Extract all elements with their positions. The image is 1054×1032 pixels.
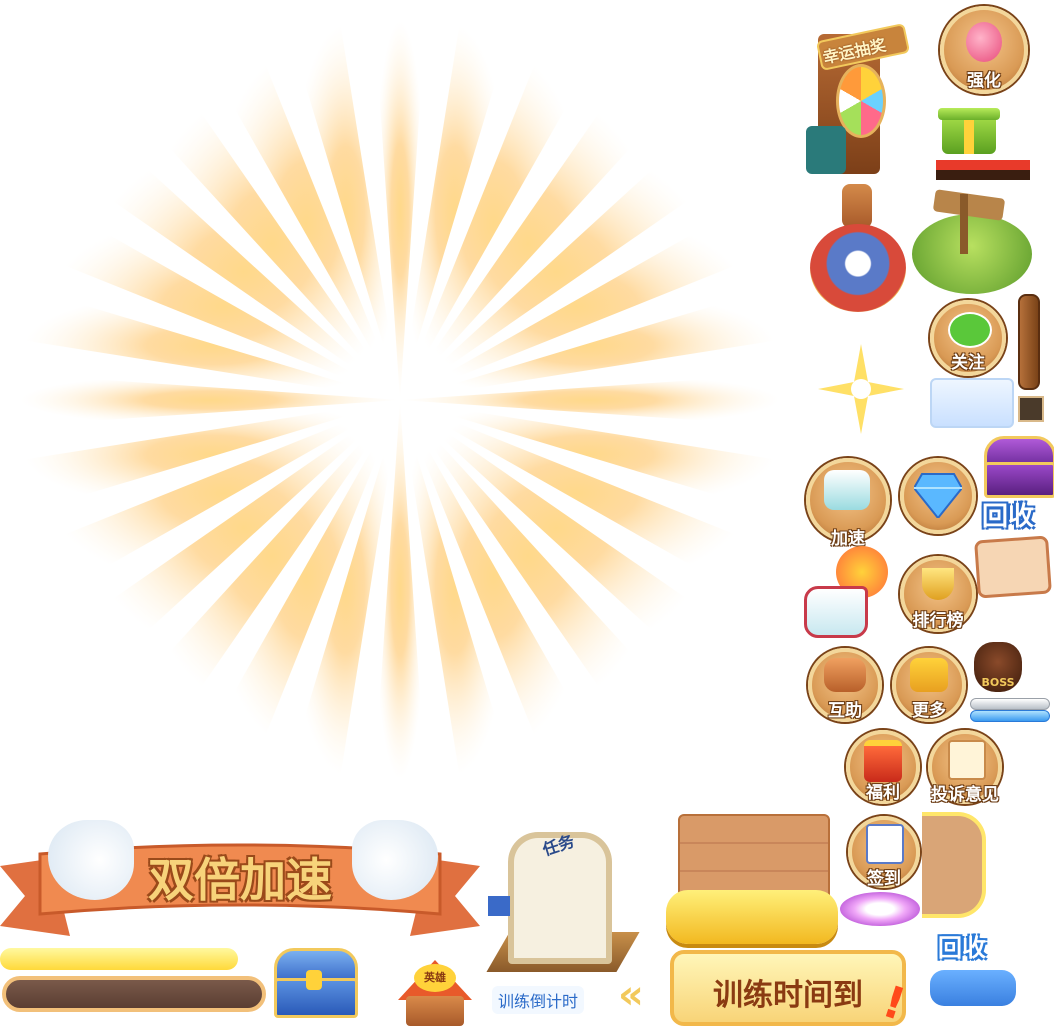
winged-boot-large-icon[interactable]: [800, 546, 890, 638]
strengthen-button[interactable]: 强化: [940, 6, 1028, 94]
boss-label: BOSS: [981, 676, 1015, 689]
signin-button[interactable]: 签到: [848, 816, 920, 889]
blue-progress-bar: [970, 710, 1050, 722]
trophy-icon: [922, 568, 954, 600]
training-countdown-label: 训练倒计时: [492, 986, 585, 1014]
double-chevron-left-icon[interactable]: «: [618, 972, 644, 1018]
recycle-label: 回收: [982, 502, 1035, 532]
hero-label: 英雄: [414, 964, 456, 992]
double-speed-label: 双倍加速: [148, 853, 332, 907]
winged-boot-icon: [824, 470, 870, 510]
ranking-button[interactable]: 排行榜: [900, 556, 976, 632]
brown-progress-bar: [2, 976, 266, 1012]
notepad-icon: [948, 740, 986, 780]
vertical-scroll-bar[interactable]: [1018, 294, 1040, 390]
lottery-machine[interactable]: 幸运抽奖: [806, 14, 918, 180]
welfare-button[interactable]: 福利: [846, 730, 920, 804]
yellow-bar: [0, 948, 238, 970]
follow-label: 关注: [951, 353, 985, 373]
diamond-button[interactable]: [900, 458, 976, 534]
blue-chest-icon[interactable]: [272, 946, 358, 1018]
sunburst-ray: [374, 400, 426, 780]
clipboard-icon: [866, 824, 904, 864]
mutual-help-button[interactable]: 互助: [808, 648, 882, 722]
more-icon: [910, 658, 948, 692]
hero-house-icon[interactable]: 英雄: [392, 946, 478, 1028]
signin-label: 签到: [867, 869, 901, 889]
sunburst-ray: [20, 374, 400, 426]
tan-panel: [922, 812, 986, 918]
red-bar: [936, 160, 1030, 170]
sparkle-icon: [818, 344, 904, 434]
sunburst-ray: [374, 20, 426, 400]
double-speed-banner[interactable]: 双倍加速: [0, 816, 480, 946]
more-button[interactable]: 更多: [892, 648, 966, 722]
light-blue-panel: [930, 378, 1014, 428]
recycle-label-2: 回收: [938, 934, 986, 962]
feedback-label: 投诉意见: [931, 785, 999, 805]
gift-icon[interactable]: [938, 98, 1000, 156]
gray-bar: [970, 698, 1050, 710]
more-label: 更多: [912, 701, 946, 721]
dark-bar: [936, 170, 1030, 180]
boss-icon[interactable]: BOSS: [970, 634, 1026, 696]
speedup-button[interactable]: 加速: [806, 458, 890, 549]
welfare-label: 福利: [866, 783, 900, 803]
blue-button[interactable]: [930, 970, 1016, 1006]
red-gift-icon: [864, 740, 902, 782]
potion-bottle-icon[interactable]: [804, 184, 910, 320]
training-done-panel[interactable]: 训练时间到: [670, 950, 906, 1026]
lock-icon: [306, 970, 322, 990]
mutual-help-label: 互助: [828, 701, 862, 721]
feedback-button[interactable]: 投诉意见: [928, 730, 1002, 805]
potion-icon: [966, 22, 1002, 62]
task-board[interactable]: 任务: [486, 812, 648, 978]
signpost-grass: [912, 184, 1032, 294]
pink-glow-disc: [840, 892, 920, 926]
speech-bubble: [974, 535, 1052, 599]
sunburst-ray: [400, 374, 780, 426]
diamond-icon: [914, 473, 962, 518]
ranking-label: 排行榜: [912, 611, 964, 631]
sunburst-glow: [20, 20, 780, 780]
handshake-icon: [824, 658, 866, 692]
purple-chest-icon[interactable]: [982, 432, 1054, 498]
strengthen-label: 强化: [967, 71, 1001, 91]
wechat-icon: [948, 312, 992, 348]
scroll-square: [1018, 396, 1044, 422]
yellow-pill-button[interactable]: [666, 890, 838, 944]
training-done-label: 训练时间到: [713, 978, 863, 1013]
follow-button[interactable]: 关注: [930, 300, 1006, 376]
blue-flag-icon: [488, 896, 510, 916]
